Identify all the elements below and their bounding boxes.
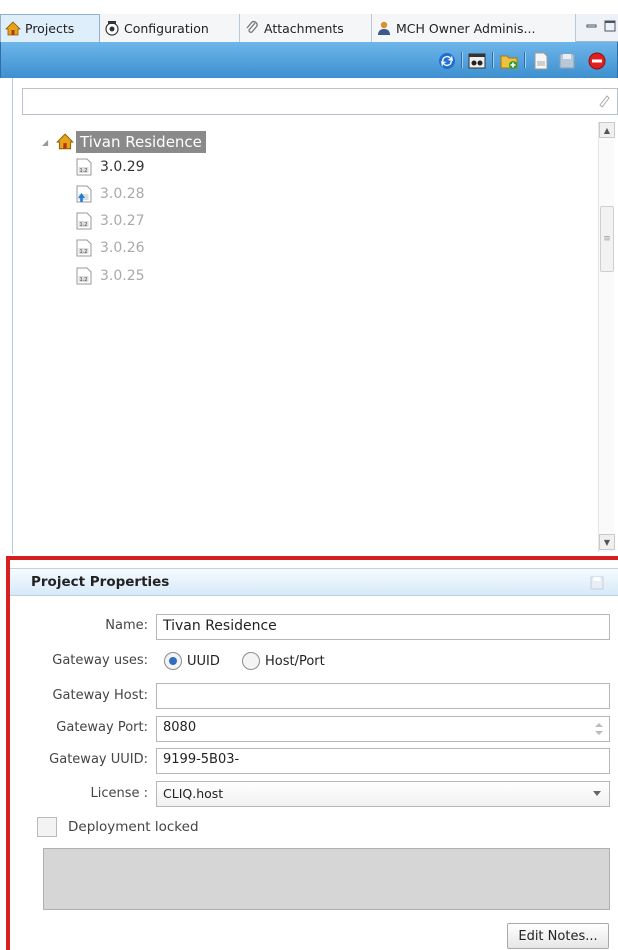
tab-label: Configuration xyxy=(124,20,209,36)
collapse-arrow-icon[interactable]: ◢ xyxy=(42,138,54,147)
save-icon[interactable] xyxy=(557,51,577,71)
svg-text:1.2: 1.2 xyxy=(80,168,88,174)
tree-filter-input[interactable] xyxy=(23,89,583,114)
maximize-icon[interactable] xyxy=(604,20,616,32)
version-file-icon: 1.2 xyxy=(76,239,92,257)
tab-configuration[interactable]: Configuration xyxy=(100,14,240,42)
tree-item-version[interactable]: 1.2 3.0.26 xyxy=(76,237,145,259)
version-file-icon: 1.2 xyxy=(76,158,92,176)
user-icon xyxy=(376,20,392,36)
toolbar-separator xyxy=(524,52,525,68)
version-label: 3.0.29 xyxy=(100,159,145,175)
tree-item-version[interactable]: 1.2 3.0.27 xyxy=(76,210,145,232)
version-label: 3.0.25 xyxy=(100,268,145,284)
tree-scrollbar[interactable]: ▲ ≡ ▼ xyxy=(598,122,615,552)
tree-item-label: Tivan Residence xyxy=(76,131,206,153)
home-icon xyxy=(56,133,74,151)
scroll-up-icon[interactable]: ▲ xyxy=(599,122,615,138)
tab-mch-owner-admin[interactable]: MCH Owner Adminis... xyxy=(372,14,576,42)
view-icon[interactable] xyxy=(467,51,487,71)
tab-strip: Projects Configuration Attachments MCH O… xyxy=(0,14,618,42)
tree-item-version[interactable]: 1.2 3.0.25 xyxy=(76,265,145,287)
paperclip-icon xyxy=(244,20,260,36)
version-upload-icon xyxy=(76,185,92,203)
config-icon xyxy=(104,20,120,36)
svg-text:1.2: 1.2 xyxy=(80,277,88,283)
toolbar-separator xyxy=(492,52,493,68)
version-label: 3.0.26 xyxy=(100,240,145,256)
version-label: 3.0.28 xyxy=(100,186,145,202)
tree-item-version[interactable]: 1.2 3.0.29 xyxy=(76,156,145,178)
tab-label: MCH Owner Adminis... xyxy=(396,20,536,36)
version-label: 3.0.27 xyxy=(100,213,145,229)
refresh-icon[interactable] xyxy=(437,51,457,71)
highlight-frame xyxy=(6,556,618,950)
projects-toolbar xyxy=(0,42,618,78)
version-icon[interactable] xyxy=(531,51,551,71)
scroll-down-icon[interactable]: ▼ xyxy=(599,534,615,550)
svg-text:1.2: 1.2 xyxy=(80,249,88,255)
tree-item-project[interactable]: ◢ Tivan Residence xyxy=(42,130,206,154)
scroll-thumb[interactable]: ≡ xyxy=(600,206,614,272)
toolbar-separator xyxy=(461,52,462,68)
version-file-icon: 1.2 xyxy=(76,212,92,230)
add-project-icon[interactable] xyxy=(499,51,519,71)
tab-label: Projects xyxy=(25,21,75,36)
tab-attachments[interactable]: Attachments xyxy=(240,14,372,42)
tree-item-version[interactable]: 3.0.28 xyxy=(76,183,145,205)
tab-label: Attachments xyxy=(264,20,344,36)
version-file-icon: 1.2 xyxy=(76,267,92,285)
tree-filter-box xyxy=(22,88,618,115)
home-icon xyxy=(5,20,21,37)
delete-icon[interactable] xyxy=(587,51,607,71)
tab-projects[interactable]: Projects xyxy=(0,14,100,42)
svg-text:1.2: 1.2 xyxy=(80,222,88,228)
minimize-icon[interactable] xyxy=(586,20,598,32)
clear-filter-icon[interactable] xyxy=(597,94,611,108)
